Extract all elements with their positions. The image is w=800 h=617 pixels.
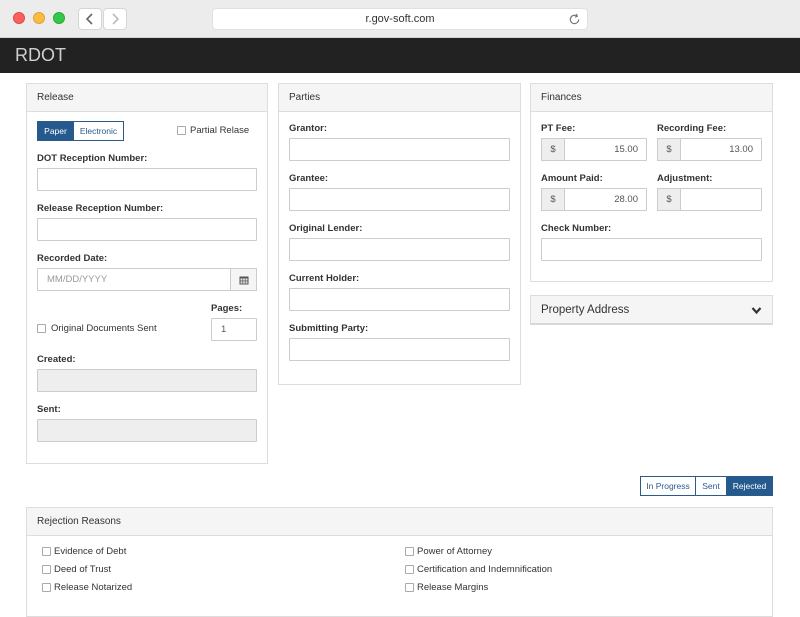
reason-checkbox[interactable] xyxy=(405,547,414,556)
recorded-date-input[interactable]: MM/DD/YYYY xyxy=(37,268,231,291)
minimize-window-button[interactable] xyxy=(33,12,45,24)
grantee-label: Grantee: xyxy=(289,173,329,184)
partial-release-checkbox[interactable] xyxy=(177,126,186,135)
release-reception-input[interactable] xyxy=(37,218,257,241)
reason-label: Certification and Indemnification xyxy=(417,564,553,575)
submitting-party-input[interactable] xyxy=(289,338,510,361)
recorded-date-placeholder: MM/DD/YYYY xyxy=(47,274,108,285)
rejection-panel: Rejection Reasons xyxy=(26,507,773,617)
chevron-down-icon xyxy=(751,307,762,315)
property-address-toggle[interactable]: Property Address xyxy=(530,295,773,325)
pt-fee-label: PT Fee: xyxy=(541,123,576,134)
release-panel-title: Release xyxy=(27,84,267,112)
pt-fee-currency: $ xyxy=(541,138,565,161)
amount-paid-input[interactable]: 28.00 xyxy=(564,188,647,211)
original-lender-input[interactable] xyxy=(289,238,510,261)
grantee-input[interactable] xyxy=(289,188,510,211)
amount-paid-value: 28.00 xyxy=(614,194,638,205)
original-docs-label: Original Documents Sent xyxy=(51,323,157,334)
forward-button[interactable] xyxy=(103,8,127,30)
status-rejected[interactable]: Rejected xyxy=(726,476,773,496)
chevron-right-icon xyxy=(112,13,120,25)
property-address-title: Property Address xyxy=(541,304,630,316)
check-number-input[interactable] xyxy=(541,238,762,261)
adjustment-input[interactable] xyxy=(680,188,762,211)
finances-panel-title: Finances xyxy=(531,84,772,112)
reason-label: Release Notarized xyxy=(54,582,133,593)
close-window-button[interactable] xyxy=(13,12,25,24)
created-input xyxy=(37,369,257,392)
recording-fee-value: 13.00 xyxy=(729,144,753,155)
reason-checkbox[interactable] xyxy=(42,547,51,556)
original-lender-label: Original Lender: xyxy=(289,223,363,234)
current-holder-label: Current Holder: xyxy=(289,273,360,284)
grantor-input[interactable] xyxy=(289,138,510,161)
chevron-left-icon xyxy=(85,13,93,25)
reload-icon[interactable] xyxy=(568,13,581,26)
pt-fee-value: 15.00 xyxy=(614,144,638,155)
parties-panel-title: Parties xyxy=(279,84,520,112)
reason-label: Evidence of Debt xyxy=(54,546,127,557)
sent-input xyxy=(37,419,257,442)
status-sent[interactable]: Sent xyxy=(695,476,727,496)
app-brand[interactable]: RDOT xyxy=(15,45,66,66)
pt-fee-input[interactable]: 15.00 xyxy=(564,138,647,161)
sent-label: Sent: xyxy=(37,404,61,415)
partial-release-label: Partial Relase xyxy=(190,125,250,136)
maximize-window-button[interactable] xyxy=(53,12,65,24)
reason-checkbox[interactable] xyxy=(405,583,414,592)
dot-reception-label: DOT Reception Number: xyxy=(37,153,148,164)
app-header: RDOT xyxy=(0,38,800,73)
pages-value: 1 xyxy=(221,324,227,335)
status-in-progress[interactable]: In Progress xyxy=(640,476,696,496)
browser-toolbar: r.gov-soft.com xyxy=(0,0,800,38)
pages-label: Pages: xyxy=(211,303,243,314)
adjustment-currency: $ xyxy=(657,188,681,211)
rejection-panel-title: Rejection Reasons xyxy=(27,508,772,536)
release-reception-label: Release Reception Number: xyxy=(37,203,164,214)
calendar-icon xyxy=(239,276,248,284)
reason-checkbox[interactable] xyxy=(42,583,51,592)
reason-label: Power of Attorney xyxy=(417,546,492,557)
amount-paid-currency: $ xyxy=(541,188,565,211)
created-label: Created: xyxy=(37,354,76,365)
current-holder-input[interactable] xyxy=(289,288,510,311)
url-text: r.gov-soft.com xyxy=(365,13,435,25)
amount-paid-label: Amount Paid: xyxy=(541,173,603,184)
recording-fee-input[interactable]: 13.00 xyxy=(680,138,762,161)
submitting-party-label: Submitting Party: xyxy=(289,323,369,334)
address-bar[interactable]: r.gov-soft.com xyxy=(212,8,588,30)
reason-checkbox[interactable] xyxy=(405,565,414,574)
paper-toggle[interactable]: Paper xyxy=(37,121,74,141)
calendar-button[interactable] xyxy=(230,268,257,291)
original-docs-checkbox[interactable] xyxy=(37,324,46,333)
pages-input[interactable]: 1 xyxy=(211,318,257,341)
recorded-date-label: Recorded Date: xyxy=(37,253,108,264)
adjustment-label: Adjustment: xyxy=(657,173,713,184)
reason-label: Deed of Trust xyxy=(54,564,112,575)
recording-fee-label: Recording Fee: xyxy=(657,123,727,134)
back-button[interactable] xyxy=(78,8,102,30)
recording-fee-currency: $ xyxy=(657,138,681,161)
dot-reception-input[interactable] xyxy=(37,168,257,191)
reason-label: Release Margins xyxy=(417,582,489,593)
electronic-toggle[interactable]: Electronic xyxy=(73,121,124,141)
reason-checkbox[interactable] xyxy=(42,565,51,574)
grantor-label: Grantor: xyxy=(289,123,327,134)
check-number-label: Check Number: xyxy=(541,223,612,234)
